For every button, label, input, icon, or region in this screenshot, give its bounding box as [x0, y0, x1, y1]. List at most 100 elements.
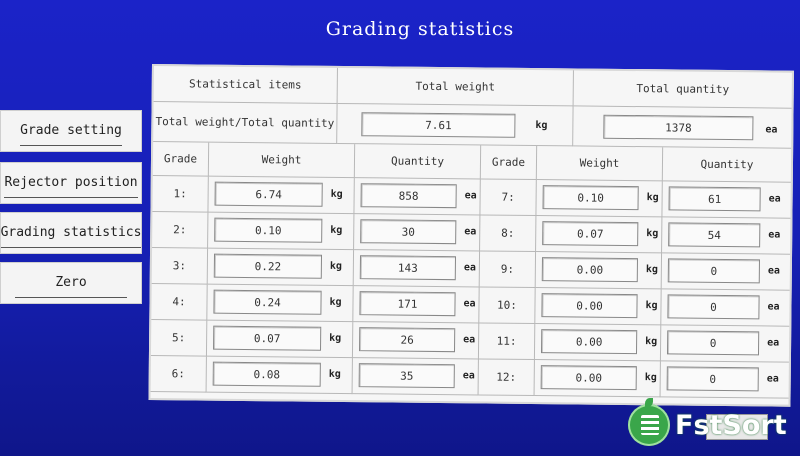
- zero-label: Zero: [15, 275, 127, 298]
- weight-unit: kg: [329, 296, 342, 308]
- total-weight-unit: kg: [535, 120, 548, 132]
- quantity-cell: 858 ea: [354, 178, 481, 216]
- grade-cell: 9:: [479, 251, 537, 289]
- weight-cell: 0.07 kg: [536, 216, 663, 254]
- grade-setting-label: Grade setting: [20, 123, 122, 146]
- grade-cell: 11:: [478, 323, 536, 361]
- total-weight-header: Total weight: [337, 67, 574, 107]
- grade-cell: 10:: [479, 287, 536, 325]
- quantity-field: 143: [359, 255, 457, 281]
- quantity-cell: 30 ea: [354, 214, 481, 252]
- weight-field: 0.10: [542, 185, 639, 211]
- quantity-unit: ea: [766, 373, 779, 385]
- grade-cell: 2:: [152, 212, 209, 249]
- quantity-field: 171: [359, 291, 456, 317]
- weight-field: 0.00: [540, 365, 637, 391]
- quantity-field: 26: [359, 327, 456, 353]
- weight-field: 0.10: [214, 217, 323, 243]
- weight-unit: kg: [328, 368, 341, 380]
- grade-label: 5:: [171, 331, 186, 345]
- grade-cell: 7:: [480, 179, 537, 217]
- grading-statistics-label: Grading statistics: [0, 225, 142, 248]
- quantity-field: 35: [358, 363, 455, 389]
- grade-setting-button[interactable]: Grade setting: [0, 110, 142, 152]
- weight-field: 6.74: [214, 181, 323, 207]
- quantity-header-left: Quantity: [354, 144, 482, 180]
- weight-cell: 0.08 kg: [206, 356, 353, 395]
- quantity-unit: ea: [767, 301, 780, 313]
- logo-text: FstSort: [675, 409, 787, 441]
- grade-cell: 1:: [152, 176, 209, 213]
- quantity-field: 61: [668, 186, 761, 212]
- quantity-cell: 0 ea: [660, 325, 790, 363]
- weight-cell: 0.07 kg: [206, 320, 354, 359]
- weight-field: 0.22: [213, 253, 323, 279]
- grading-statistics-button[interactable]: Grading statistics: [0, 212, 142, 254]
- weight-unit: kg: [329, 332, 342, 344]
- weight-cell: 0.22 kg: [207, 248, 355, 287]
- total-quantity-cell: 1378 ea: [573, 106, 792, 149]
- fstsort-logo: FstSort: [628, 398, 798, 450]
- grade-cell: 5:: [150, 320, 208, 357]
- weight-cell: 0.10 kg: [536, 180, 663, 218]
- quantity-field: 858: [360, 183, 457, 209]
- weight-field: 0.00: [540, 329, 638, 355]
- grade-cell: 6:: [150, 356, 207, 393]
- weight-field: 0.24: [213, 289, 322, 315]
- weight-field: 0.08: [212, 361, 321, 387]
- weight-header-right: Weight: [536, 146, 664, 182]
- grade-label: 3:: [172, 259, 187, 273]
- grade-cell: 12:: [478, 359, 535, 397]
- total-row-label: Total weight/Total quantity: [153, 102, 338, 144]
- grade-label: 11:: [496, 334, 517, 348]
- quantity-cell: 35 ea: [352, 358, 479, 396]
- weight-cell: 0.00 kg: [534, 324, 662, 362]
- quantity-field: 0: [667, 294, 760, 320]
- rejector-position-label: Rejector position: [4, 175, 138, 198]
- weight-cell: 0.00 kg: [535, 252, 663, 290]
- grade-label: 9:: [500, 262, 515, 276]
- total-weight-field: 7.61: [361, 112, 516, 138]
- quantity-unit: ea: [767, 337, 780, 349]
- quantity-field: 54: [668, 222, 761, 248]
- grade-label: 2:: [173, 223, 187, 237]
- quantity-cell: 143 ea: [353, 250, 481, 288]
- logo-mark-icon: [628, 398, 670, 446]
- weight-header-left: Weight: [208, 142, 356, 179]
- rejector-position-button[interactable]: Rejector position: [0, 162, 142, 204]
- quantity-unit: ea: [462, 370, 475, 382]
- quantity-cell: 61 ea: [662, 181, 791, 219]
- weight-unit: kg: [645, 336, 658, 348]
- grade-cell: 8:: [480, 215, 537, 253]
- grade-cell: 3:: [151, 248, 209, 285]
- weight-unit: kg: [645, 264, 658, 276]
- quantity-unit: ea: [463, 262, 476, 274]
- quantity-field: 0: [666, 330, 760, 356]
- quantity-cell: 171 ea: [353, 286, 480, 324]
- quantity-unit: ea: [464, 226, 477, 238]
- quantity-unit: ea: [768, 229, 781, 241]
- grade-label: 12:: [496, 370, 517, 384]
- grade-label: 6:: [171, 367, 185, 381]
- quantity-unit: ea: [464, 190, 477, 202]
- quantity-field: 0: [666, 366, 759, 392]
- total-quantity-unit: ea: [765, 124, 778, 136]
- weight-unit: kg: [644, 372, 657, 384]
- grade-label: 1:: [173, 187, 187, 201]
- quantity-cell: 0 ea: [660, 361, 789, 399]
- grade-label: 7:: [501, 190, 515, 204]
- quantity-unit: ea: [463, 298, 476, 310]
- quantity-cell: 0 ea: [661, 289, 790, 327]
- quantity-unit: ea: [768, 193, 781, 205]
- quantity-cell: 26 ea: [352, 322, 480, 360]
- statistics-panel: Statistical items Total weight Total qua…: [148, 64, 794, 407]
- weight-cell: 0.00 kg: [534, 360, 661, 398]
- zero-button[interactable]: Zero: [0, 262, 142, 304]
- weight-unit: kg: [646, 228, 659, 240]
- weight-unit: kg: [330, 188, 343, 201]
- quantity-field: 30: [360, 219, 457, 245]
- weight-unit: kg: [646, 192, 659, 204]
- total-quantity-header: Total quantity: [573, 70, 792, 109]
- weight-unit: kg: [645, 300, 658, 312]
- quantity-unit: ea: [463, 334, 476, 346]
